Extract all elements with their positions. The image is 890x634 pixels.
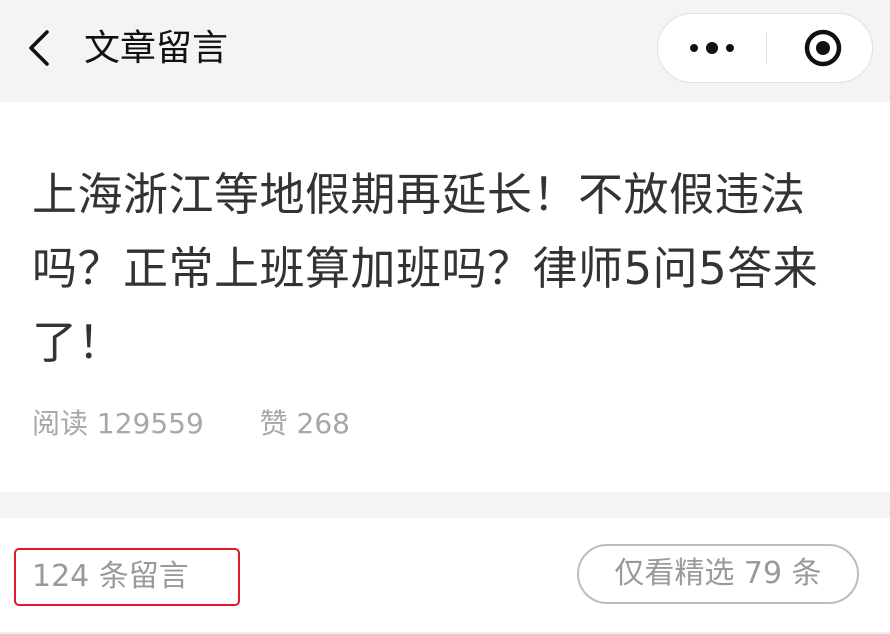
close-button[interactable] [767, 14, 873, 82]
more-button[interactable] [658, 14, 766, 82]
navigation-bar: 文章留言 [0, 0, 890, 102]
page-title: 文章留言 [84, 28, 229, 69]
likes-label: 赞 [259, 407, 288, 440]
featured-only-button[interactable]: 仅看精选 79 条 [577, 544, 859, 604]
section-separator [0, 492, 890, 518]
more-dots-icon [658, 14, 766, 82]
article-title: 上海浙江等地假期再延长！不放假违法吗？正常上班算加班吗？律师5问5答来了！ [32, 168, 819, 369]
comments-header: 124 条留言 仅看精选 79 条 [0, 518, 890, 634]
article-card: 上海浙江等地假期再延长！不放假违法吗？正常上班算加班吗？律师5问5答来了！ 阅读… [0, 102, 890, 492]
target-circle-icon [767, 14, 873, 82]
article-stats: 阅读 129559 赞 268 [32, 404, 350, 444]
likes-count: 268 [296, 407, 350, 440]
chevron-left-icon [14, 22, 66, 74]
reads-label: 阅读 [32, 407, 89, 440]
comment-count: 124 条留言 [14, 548, 240, 606]
back-button[interactable] [14, 22, 66, 74]
reads-count: 129559 [96, 407, 204, 440]
mini-program-capsule [657, 13, 873, 83]
